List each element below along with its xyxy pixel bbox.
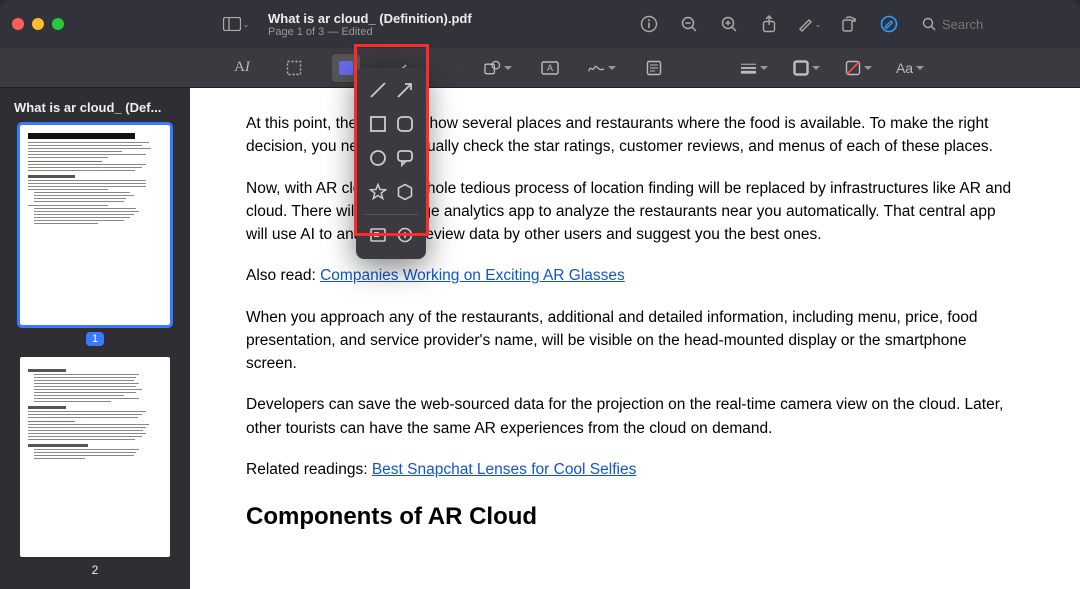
document-title: What is ar cloud_ (Definition).pdf [268, 11, 472, 26]
circle-icon[interactable] [366, 146, 390, 170]
window-controls [12, 18, 64, 30]
minimize-window-button[interactable] [32, 18, 44, 30]
shapes-popover [356, 68, 426, 259]
page-number-1: 1 [10, 331, 180, 345]
hexagon-icon[interactable] [393, 180, 417, 204]
toolbar-right: ⌄ [636, 11, 1068, 37]
paragraph: Related readings: Best Snapchat Lenses f… [246, 458, 1014, 481]
zoom-out-icon[interactable] [676, 11, 702, 37]
stroke-color-icon[interactable] [792, 54, 820, 82]
sidebar-title: What is ar cloud_ (Def... [10, 98, 180, 117]
fullscreen-window-button[interactable] [52, 18, 64, 30]
sidebar-toggle-button[interactable]: ⌄ [222, 12, 250, 36]
textbox-icon[interactable]: A [536, 54, 564, 82]
sign-icon[interactable] [588, 54, 616, 82]
search-field[interactable] [916, 14, 1068, 35]
page-number-2: 2 [10, 563, 180, 577]
speech-bubble-icon[interactable] [393, 146, 417, 170]
search-icon [922, 17, 936, 31]
titlebar: ⌄ What is ar cloud_ (Definition).pdf Pag… [0, 0, 1080, 48]
document-page: At this point, the map will show several… [190, 88, 1070, 559]
fill-color-icon[interactable] [844, 54, 872, 82]
share-icon[interactable] [756, 11, 782, 37]
square-icon[interactable] [366, 112, 390, 136]
page-thumbnail-1[interactable] [20, 125, 170, 325]
mask-square-icon[interactable] [366, 223, 390, 247]
link-related[interactable]: Best Snapchat Lenses for Cool Selfies [372, 461, 637, 478]
info-icon[interactable] [636, 11, 662, 37]
thumbnails-sidebar: What is ar cloud_ (Def... 1 [0, 88, 190, 589]
line-weight-icon[interactable] [740, 54, 768, 82]
paragraph: When you approach any of the restaurants… [246, 306, 1014, 376]
markup-toggle-icon[interactable] [876, 11, 902, 37]
font-picker[interactable]: Aa [896, 54, 924, 82]
shapes-dropdown[interactable] [484, 54, 512, 82]
rect-select-icon[interactable] [280, 54, 308, 82]
document-viewport[interactable]: At this point, the map will show several… [190, 88, 1080, 589]
link-also-read[interactable]: Companies Working on Exciting AR Glasses [320, 267, 625, 284]
text-style-icon[interactable]: AI [228, 54, 256, 82]
star-icon[interactable] [366, 180, 390, 204]
line-icon[interactable] [366, 78, 390, 102]
svg-text:A: A [547, 63, 553, 73]
arrow-icon[interactable] [393, 78, 417, 102]
heading-components: Components of AR Cloud [246, 499, 1014, 535]
page-thumbnail-2[interactable] [20, 357, 170, 557]
loupe-icon[interactable] [393, 223, 417, 247]
close-window-button[interactable] [12, 18, 24, 30]
page-status: Page 1 of 3 — Edited [268, 26, 472, 38]
paragraph: Developers can save the web-sourced data… [246, 393, 1014, 440]
document-title-block: What is ar cloud_ (Definition).pdf Page … [268, 11, 472, 38]
rounded-square-icon[interactable] [393, 112, 417, 136]
highlight-icon[interactable]: ⌄ [796, 11, 822, 37]
paragraph: Also read: Companies Working on Exciting… [246, 264, 1014, 287]
rotate-icon[interactable] [836, 11, 862, 37]
search-input[interactable] [942, 17, 1062, 32]
zoom-in-icon[interactable] [716, 11, 742, 37]
note-icon[interactable] [640, 54, 668, 82]
markup-toolbar: AI A Aa [0, 48, 1080, 88]
